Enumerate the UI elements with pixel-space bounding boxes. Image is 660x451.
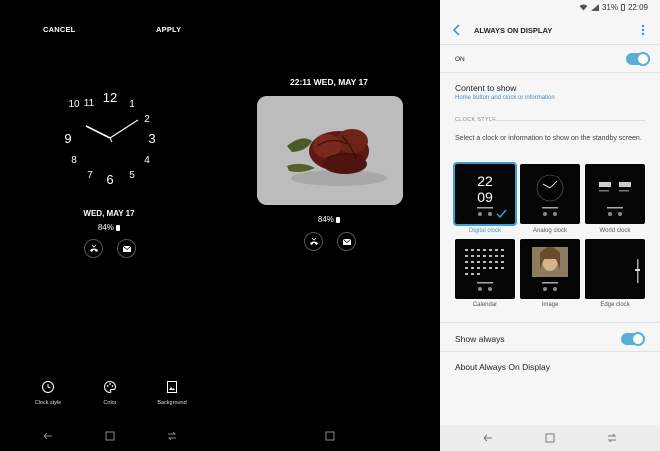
master-switch-label: ON <box>455 56 465 63</box>
nav-bar <box>440 425 660 451</box>
style-label: Analog clock <box>532 228 568 234</box>
section-header: CLOCK STYLE <box>455 117 497 123</box>
home-icon[interactable] <box>324 430 336 442</box>
style-digital-clock[interactable]: 22 09 <box>453 162 517 226</box>
show-always-toggle[interactable] <box>621 332 645 346</box>
clock-num-2: 2 <box>144 114 150 125</box>
missed-call-notification[interactable] <box>84 239 103 258</box>
recents-icon[interactable] <box>606 432 618 444</box>
clock-num-6: 6 <box>106 172 113 187</box>
clock-num-11: 11 <box>84 98 95 109</box>
style-analog-clock[interactable] <box>520 164 580 224</box>
style-image[interactable] <box>520 239 580 299</box>
divider <box>440 351 660 352</box>
image-icon <box>167 381 177 393</box>
more-options-icon[interactable] <box>641 24 645 36</box>
battery-percent: 31% <box>601 3 618 12</box>
wifi-icon <box>579 4 588 11</box>
back-icon[interactable] <box>482 432 494 444</box>
clock-style-editor: CANCEL APPLY 12 1 2 3 4 5 6 7 8 9 10 11 <box>0 0 218 451</box>
palette-icon <box>103 380 117 394</box>
clock-icon <box>42 381 54 393</box>
minute-hand <box>109 119 139 139</box>
master-switch-toggle[interactable] <box>626 52 650 66</box>
color-tool[interactable]: Color <box>80 380 140 406</box>
style-calendar[interactable] <box>455 239 515 299</box>
about-aod-item[interactable]: About Always On Display <box>455 362 550 372</box>
style-world-clock[interactable] <box>585 164 645 224</box>
dried-rose-image <box>257 96 403 205</box>
clock-num-5: 5 <box>129 170 135 181</box>
message-notification[interactable] <box>117 239 136 258</box>
clock-num-12: 12 <box>103 90 117 105</box>
status-bar: 31% 22:09 <box>440 0 660 16</box>
style-label: World clock <box>599 228 631 234</box>
style-label: Calendar <box>472 302 498 308</box>
cancel-button[interactable]: CANCEL <box>43 25 75 34</box>
hour-hand <box>85 125 111 139</box>
battery-icon <box>620 4 625 11</box>
clock-style-description: Select a clock or information to show on… <box>455 135 642 142</box>
clock-time: 22:09 <box>627 3 648 12</box>
svg-text:09: 09 <box>477 189 493 205</box>
divider <box>440 322 660 323</box>
screen: CANCEL APPLY 12 1 2 3 4 5 6 7 8 9 10 11 <box>0 0 660 451</box>
time-date-label: 22:11 WED, MAY 17 <box>290 77 368 87</box>
page-title: ALWAYS ON DISPLAY <box>474 26 553 35</box>
battery-label: 84% <box>0 223 218 232</box>
tool-label: Color <box>103 400 117 406</box>
home-icon[interactable] <box>544 432 556 444</box>
clock-num-7: 7 <box>87 170 93 181</box>
missed-call-icon <box>309 237 318 245</box>
content-to-show-title: Content to show <box>455 83 517 93</box>
battery-label: 84% <box>218 215 440 224</box>
tool-label: Background <box>157 400 187 406</box>
app-bar: ALWAYS ON DISPLAY <box>440 16 660 44</box>
nav-bar <box>0 425 218 447</box>
aod-settings: 31% 22:09 ALWAYS ON DISPLAY ON Content t… <box>440 0 660 451</box>
recents-icon[interactable] <box>166 430 178 442</box>
clock-num-8: 8 <box>71 155 77 166</box>
clock-num-4: 4 <box>144 155 150 166</box>
check-icon <box>496 209 507 219</box>
envelope-icon <box>122 245 131 252</box>
battery-icon <box>116 224 121 231</box>
image-aod-preview: 22:11 WED, MAY 17 84% <box>218 0 440 451</box>
envelope-icon <box>342 238 351 245</box>
show-always-label: Show always <box>455 334 505 344</box>
missed-call-icon <box>89 244 98 252</box>
divider <box>440 44 660 45</box>
content-to-show-value: Home button and clock or information <box>455 95 555 101</box>
clock-num-3: 3 <box>148 131 155 146</box>
style-label: Image <box>541 302 559 308</box>
tool-label: Clock style <box>34 400 62 406</box>
background-tool[interactable]: Background <box>142 380 202 406</box>
apply-button[interactable]: APPLY <box>156 25 181 34</box>
clock-num-1: 1 <box>129 99 135 110</box>
style-label: Digital clock <box>468 228 501 234</box>
analog-clock-preview: 12 1 2 3 4 5 6 7 8 9 10 11 <box>60 82 160 192</box>
back-icon[interactable] <box>42 430 54 442</box>
message-notification[interactable] <box>337 232 356 251</box>
back-arrow-icon[interactable] <box>452 24 462 36</box>
divider <box>440 72 660 73</box>
svg-text:22: 22 <box>477 173 493 189</box>
background-image <box>257 96 403 205</box>
style-label: Edge clock <box>600 302 630 308</box>
clock-num-10: 10 <box>68 99 80 110</box>
battery-icon <box>336 216 341 223</box>
home-icon[interactable] <box>104 430 116 442</box>
clock-num-9: 9 <box>64 131 71 146</box>
missed-call-notification[interactable] <box>304 232 323 251</box>
section-line <box>492 120 646 121</box>
date-label: WED, MAY 17 <box>83 209 135 218</box>
signal-icon <box>590 4 599 11</box>
clock-style-tool[interactable]: Clock style <box>18 380 78 406</box>
style-edge-clock[interactable] <box>585 239 645 299</box>
